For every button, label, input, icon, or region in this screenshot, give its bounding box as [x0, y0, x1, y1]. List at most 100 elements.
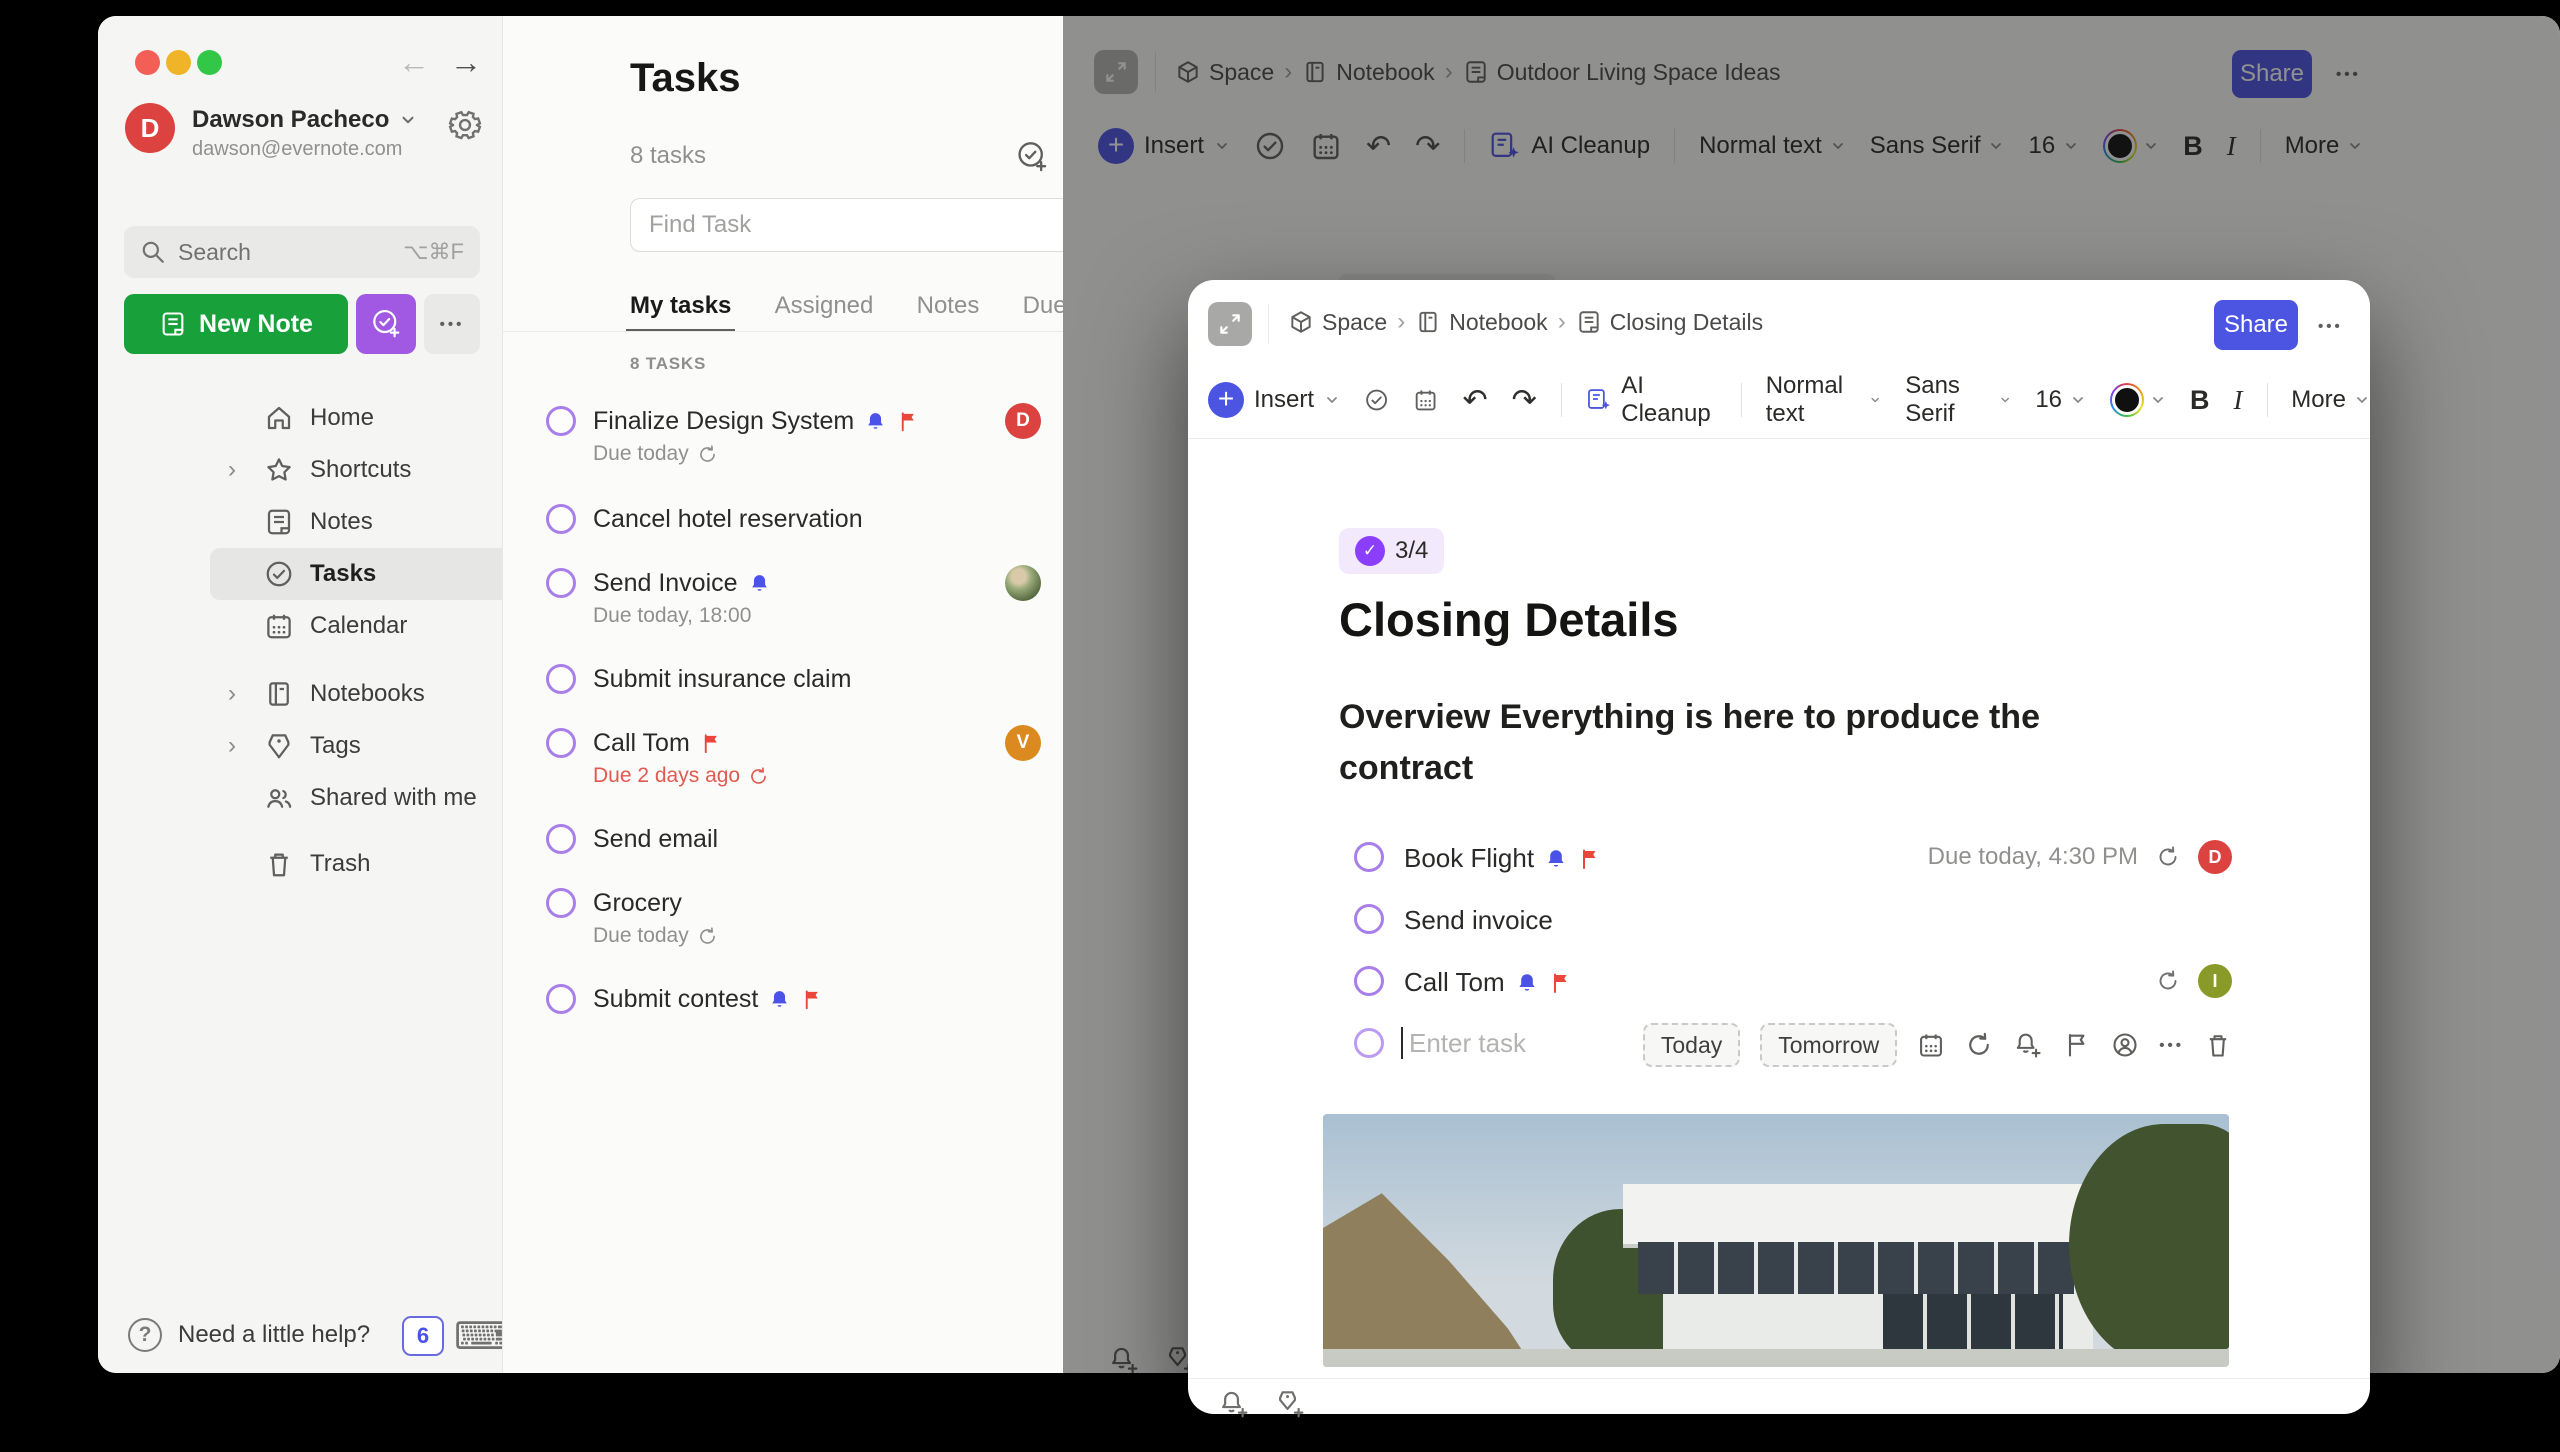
- font-family-select[interactable]: Sans Serif: [1905, 372, 2011, 428]
- assignee-avatar-photo[interactable]: [1005, 565, 1041, 601]
- help-label: Need a little help?: [178, 1321, 370, 1349]
- tab-notes[interactable]: Notes: [917, 292, 980, 332]
- gear-icon[interactable]: [448, 108, 482, 142]
- add-reminder-icon[interactable]: [1218, 1388, 1250, 1420]
- window-minimize-button[interactable]: [166, 50, 191, 75]
- panel-title: Tasks: [630, 56, 740, 101]
- due-today-button[interactable]: Today: [1643, 1023, 1740, 1067]
- sidebar: ← → D Dawson Pacheco dawson@evernote.com…: [98, 16, 502, 1373]
- keyboard-shortcuts-icon[interactable]: ⌨: [454, 1314, 509, 1359]
- window-zoom-button[interactable]: [197, 50, 222, 75]
- undo-icon[interactable]: ↶: [1462, 383, 1487, 418]
- assignee-avatar[interactable]: D: [2198, 840, 2232, 874]
- note-subtitle[interactable]: Overview Everything is here to produce t…: [1339, 692, 2139, 794]
- task-count: 8 tasks: [630, 142, 706, 170]
- recurrence-icon[interactable]: [1965, 1031, 1993, 1059]
- task-checkbox[interactable]: [546, 406, 576, 436]
- add-reminder-icon[interactable]: [2013, 1030, 2043, 1060]
- assignee-avatar[interactable]: I: [2198, 964, 2232, 998]
- help-link[interactable]: ? Need a little help?: [128, 1318, 370, 1352]
- note-title[interactable]: Closing Details: [1339, 592, 1679, 647]
- new-task-button[interactable]: [356, 294, 416, 354]
- tab-assigned[interactable]: Assigned: [775, 292, 874, 332]
- task-checkbox[interactable]: [546, 728, 576, 758]
- task-checkbox[interactable]: [546, 664, 576, 694]
- note-more-icon[interactable]: •••: [2318, 318, 2343, 335]
- avatar[interactable]: D: [125, 103, 175, 153]
- breadcrumb-notebook[interactable]: Notebook: [1449, 309, 1547, 336]
- task-check-icon[interactable]: [1364, 384, 1389, 416]
- chevron-right-icon[interactable]: ›: [228, 458, 236, 482]
- task-row[interactable]: Send invoice: [1339, 894, 2232, 950]
- calendar-icon: [262, 611, 296, 641]
- insert-button[interactable]: +Insert: [1208, 382, 1340, 418]
- nav-forward-icon[interactable]: →: [450, 44, 482, 81]
- search-icon: [140, 239, 166, 265]
- expand-note-icon[interactable]: [1208, 302, 1252, 346]
- flag-icon: [700, 732, 723, 755]
- search-input[interactable]: Search ⌥⌘F: [124, 226, 480, 278]
- new-note-label: New Note: [199, 310, 313, 339]
- assignee-avatar[interactable]: V: [1005, 725, 1041, 761]
- notification-count-badge[interactable]: 6: [402, 1316, 444, 1356]
- task-checkbox[interactable]: [1354, 904, 1384, 934]
- nav-back-icon[interactable]: ←: [398, 44, 430, 81]
- reminder-bell-icon: [864, 410, 887, 433]
- task-checkbox[interactable]: [1354, 842, 1384, 872]
- notebook-icon: [1415, 309, 1441, 335]
- notebook-icon: [262, 679, 296, 709]
- delete-task-icon[interactable]: [2204, 1031, 2232, 1059]
- repeat-icon[interactable]: [2156, 845, 2180, 869]
- toolbar-divider: [1188, 438, 2370, 439]
- flag-icon: [897, 410, 920, 433]
- task-row[interactable]: Call Tom I: [1339, 956, 2232, 1012]
- chevron-right-icon[interactable]: ›: [228, 682, 236, 706]
- task-checkbox[interactable]: [546, 568, 576, 598]
- bold-button[interactable]: B: [2190, 385, 2210, 416]
- add-tag-icon[interactable]: [1274, 1388, 1306, 1420]
- window-close-button[interactable]: [135, 50, 160, 75]
- new-task-row[interactable]: Enter task Today Tomorrow •••: [1339, 1018, 2232, 1074]
- divider: [1268, 304, 1269, 344]
- task-row[interactable]: Book Flight Due today, 4:30 PM D: [1339, 832, 2232, 888]
- house-photo[interactable]: [1323, 1114, 2229, 1367]
- new-note-button[interactable]: New Note: [124, 294, 348, 354]
- calendar-icon[interactable]: [1413, 384, 1438, 416]
- chevron-right-icon[interactable]: ›: [228, 734, 236, 758]
- task-checkbox[interactable]: [1354, 966, 1384, 996]
- breadcrumb-space[interactable]: Space: [1322, 309, 1387, 336]
- task-checkbox[interactable]: [546, 984, 576, 1014]
- task-checkbox[interactable]: [546, 504, 576, 534]
- account-switcher[interactable]: Dawson Pacheco: [192, 106, 417, 134]
- italic-button[interactable]: I: [2234, 385, 2243, 416]
- star-icon: [262, 455, 296, 485]
- new-task-placeholder[interactable]: Enter task: [1409, 1028, 1526, 1059]
- tab-my-tasks[interactable]: My tasks: [630, 292, 731, 332]
- reminder-bell-icon: [748, 572, 771, 595]
- share-button[interactable]: Share: [2214, 300, 2298, 350]
- text-color-select[interactable]: [2110, 383, 2166, 417]
- assign-icon[interactable]: [2111, 1031, 2139, 1059]
- flag-icon[interactable]: [2063, 1031, 2091, 1059]
- breadcrumb-note[interactable]: Closing Details: [1610, 309, 1763, 336]
- assignee-avatar[interactable]: D: [1005, 403, 1041, 439]
- repeat-icon[interactable]: [2156, 969, 2180, 993]
- chevron-down-icon: [399, 111, 417, 129]
- font-size-select[interactable]: 16: [2035, 386, 2086, 414]
- task-plus-icon: [370, 308, 402, 340]
- task-checkbox[interactable]: [546, 824, 576, 854]
- redo-icon[interactable]: ↷: [1512, 383, 1537, 418]
- more-create-button[interactable]: •••: [424, 294, 480, 354]
- ai-cleanup-button[interactable]: AI Cleanup: [1586, 372, 1717, 428]
- due-tomorrow-button[interactable]: Tomorrow: [1760, 1023, 1897, 1067]
- add-task-icon[interactable]: [1015, 140, 1049, 174]
- find-task-input[interactable]: Find Task: [630, 198, 1136, 252]
- due-date[interactable]: Due today, 4:30 PM: [1928, 843, 2138, 871]
- more-formatting-select[interactable]: More: [2291, 386, 2370, 414]
- task-more-icon[interactable]: •••: [2159, 1037, 2184, 1054]
- check-circle-icon: [262, 559, 296, 589]
- reminder-bell-icon: [1515, 971, 1539, 995]
- set-date-icon[interactable]: [1917, 1031, 1945, 1059]
- task-checkbox[interactable]: [546, 888, 576, 918]
- paragraph-style-select[interactable]: Normal text: [1766, 372, 1882, 428]
